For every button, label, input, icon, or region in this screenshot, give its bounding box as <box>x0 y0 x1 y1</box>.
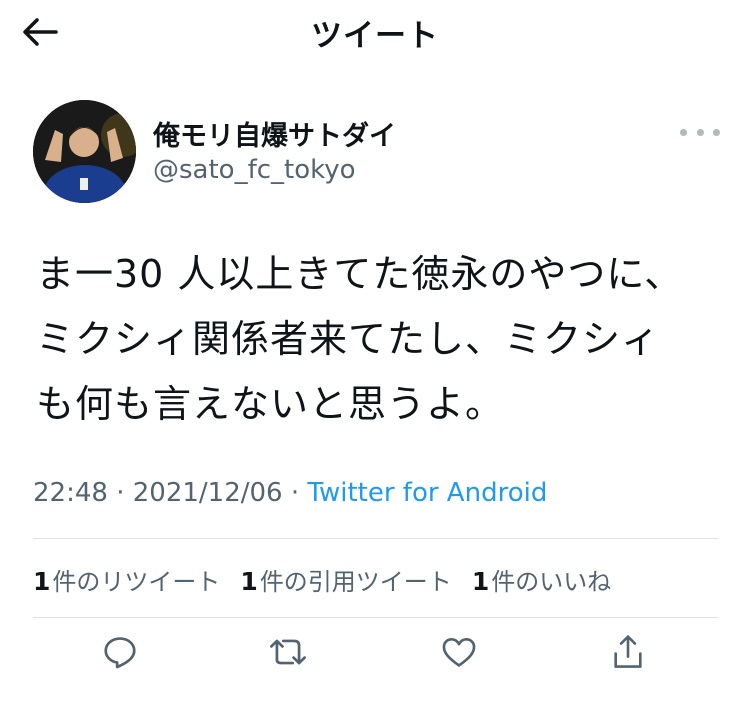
share-button[interactable] <box>606 630 650 674</box>
display-name[interactable]: 俺モリ自爆サトダイ <box>153 114 396 153</box>
likes-label: 件のいいね <box>491 568 612 596</box>
divider <box>33 538 718 539</box>
more-dots-icon <box>696 128 704 136</box>
likes-count: 1 <box>471 567 490 596</box>
quotes-stat[interactable]: 1件の引用ツイート <box>240 562 451 597</box>
user-handle[interactable]: @sato_fc_tokyo <box>153 155 356 185</box>
meta-separator: · <box>116 478 125 508</box>
top-bar: ツイート <box>0 0 750 64</box>
tweet-text: ま一30 人以上きてた徳永のやつに、 ミクシィ関係者来てたし、ミクシィ も何も言… <box>36 252 684 426</box>
retweets-count: 1 <box>33 567 51 596</box>
like-button[interactable] <box>437 630 481 674</box>
likes-stat[interactable]: 1件のいいね <box>472 562 611 597</box>
avatar[interactable] <box>33 100 136 203</box>
retweet-icon <box>270 639 306 665</box>
heart-icon <box>442 637 476 667</box>
action-bar <box>0 630 750 694</box>
tweet-source-link[interactable]: Twitter for Android <box>307 478 547 508</box>
more-dots-icon <box>713 128 720 136</box>
more-dots-icon <box>680 128 687 136</box>
reply-button[interactable] <box>98 630 142 674</box>
share-icon <box>614 635 642 668</box>
retweets-stat[interactable]: 1件のリツイート <box>33 562 220 597</box>
reply-icon <box>104 637 136 669</box>
tweet-meta: 22:48 · 2021/12/06 · Twitter for Android <box>33 478 547 508</box>
page-title: ツイート <box>311 18 439 54</box>
tweet-time: 22:48 <box>33 478 108 508</box>
quotes-count: 1 <box>240 567 258 596</box>
retweets-label: 件のリツイート <box>52 568 221 596</box>
retweet-button[interactable] <box>266 630 310 674</box>
more-options-button[interactable] <box>680 122 720 142</box>
quotes-label: 件の引用ツイート <box>259 568 452 596</box>
tweet-date: 2021/12/06 <box>132 478 283 508</box>
tweet-stats: 1件のリツイート 1件の引用ツイート 1件のいいね <box>33 562 611 597</box>
meta-separator: · <box>290 478 300 508</box>
divider <box>33 617 718 618</box>
